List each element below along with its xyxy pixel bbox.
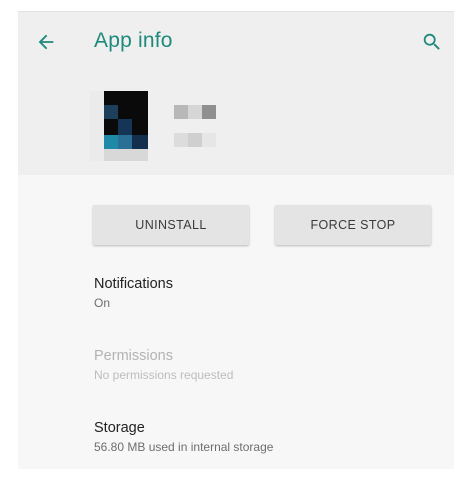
uninstall-button[interactable]: UNINSTALL (93, 205, 249, 245)
permissions-title: Permissions (94, 348, 173, 364)
app-header (18, 69, 454, 175)
storage-usage: 56.80 MB used in internal storage (94, 440, 274, 454)
notifications-title: Notifications (94, 276, 173, 292)
permissions-status: No permissions requested (94, 368, 234, 382)
notifications-setting[interactable]: Notifications On (94, 275, 173, 311)
force-stop-button[interactable]: FORCE STOP (275, 205, 431, 245)
search-button[interactable] (418, 28, 446, 56)
storage-title: Storage (94, 420, 145, 436)
storage-setting[interactable]: Storage 56.80 MB used in internal storag… (94, 419, 273, 455)
page-title: App info (94, 29, 173, 52)
permissions-setting: Permissions No permissions requested (94, 347, 233, 383)
notifications-status: On (94, 296, 111, 310)
app-bar: App info (18, 11, 454, 70)
arrow-back-icon (38, 34, 54, 50)
back-button[interactable] (32, 28, 60, 56)
app-info-screen: App info UNINSTALL FORCE STOP Notificati… (18, 11, 454, 469)
app-icon (90, 91, 148, 161)
search-icon (423, 33, 440, 50)
app-name-obscured (174, 105, 220, 149)
